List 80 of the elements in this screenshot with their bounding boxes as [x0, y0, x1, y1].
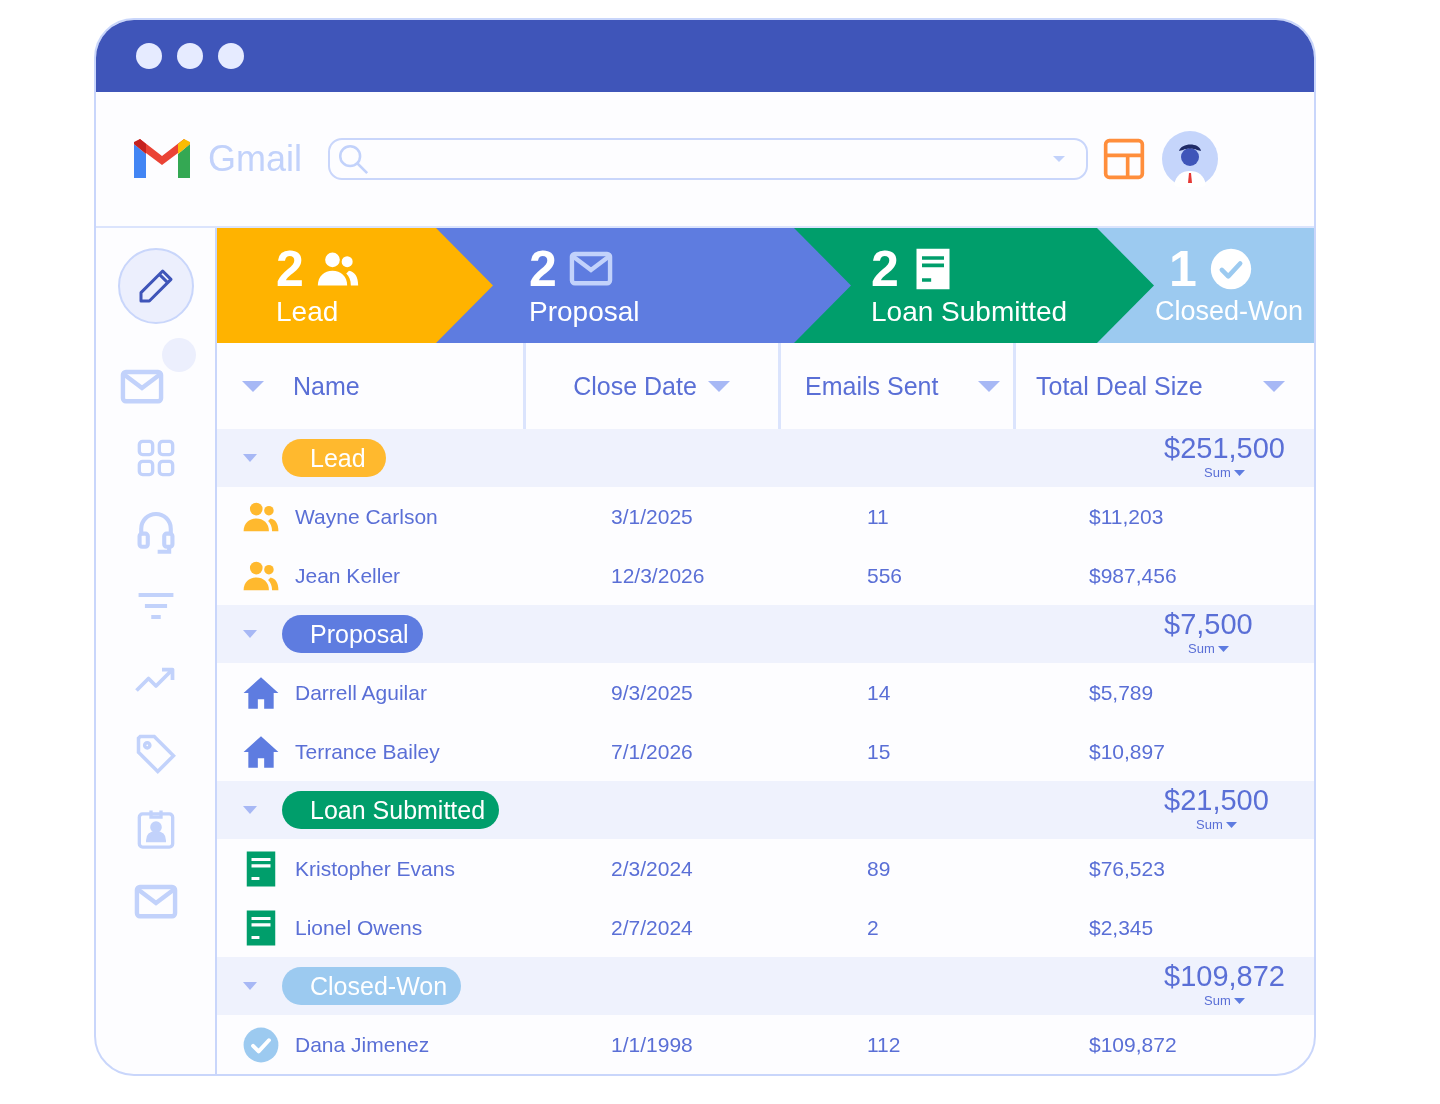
group-sum: $21,500	[1164, 783, 1269, 817]
stage-label: Closed-Won	[1155, 295, 1305, 328]
total-cell-text: $76,523	[1089, 856, 1166, 881]
stage-label: Proposal	[529, 294, 641, 329]
emails-cell-text: 112	[867, 1032, 902, 1057]
sum-label[interactable]: Sum	[1188, 641, 1215, 656]
caret-icon[interactable]	[1233, 468, 1245, 477]
sum-label[interactable]: Sum	[1204, 465, 1231, 480]
stage-count: 2	[871, 243, 899, 294]
group-sum: $109,872	[1164, 959, 1285, 993]
name-cell-text: Dana Jimenez	[295, 1032, 431, 1057]
emails-cell-text: 556	[867, 563, 904, 588]
caret-icon[interactable]	[1052, 154, 1066, 164]
app-name: Gmail	[208, 138, 302, 180]
caret-icon[interactable]	[1262, 379, 1286, 393]
group-tag: Lead	[282, 439, 386, 477]
total-cell-text: $10,897	[1089, 739, 1166, 764]
date-cell-text: 12/3/2026	[611, 563, 706, 588]
grid-icon	[135, 438, 176, 478]
emails-cell-text: 14	[867, 680, 892, 705]
caret-icon[interactable]	[242, 453, 258, 463]
emails-cell-text: 11	[867, 504, 890, 529]
group-sum: $251,500	[1164, 431, 1285, 465]
tag-icon	[134, 733, 177, 775]
layout-icon[interactable]	[1102, 137, 1146, 181]
avatar[interactable]	[1162, 131, 1218, 187]
window-dot[interactable]	[136, 43, 162, 69]
total-cell-text: $2,345	[1089, 915, 1155, 940]
date-cell-text: 2/7/2024	[611, 915, 694, 940]
sum-label[interactable]: Sum	[1196, 817, 1223, 832]
caret-icon[interactable]	[242, 629, 258, 639]
stage-count: 1	[1169, 244, 1197, 295]
date-cell-text: 9/3/2025	[611, 680, 694, 705]
name-cell-text: Terrance Bailey	[295, 739, 441, 764]
caret-icon[interactable]	[241, 379, 265, 393]
emails-cell-text: 2	[867, 915, 880, 940]
emails-cell-text: 15	[867, 739, 892, 764]
group-tag: Closed-Won	[282, 967, 462, 1005]
window-dot[interactable]	[218, 43, 244, 69]
date-cell-text: 1/1/1998	[611, 1032, 694, 1057]
mail-icon	[119, 368, 164, 404]
caret-icon[interactable]	[1225, 820, 1237, 829]
total-cell-text: $11,203	[1089, 504, 1165, 529]
caret-icon[interactable]	[242, 981, 258, 991]
name-cell-text: Wayne Carlson	[295, 504, 439, 529]
stage-count: 2	[529, 243, 557, 294]
emails-cell-text: 89	[867, 856, 892, 881]
stage-label: Loan Submitted	[871, 294, 1069, 329]
search-icon	[336, 142, 370, 176]
check-circle-icon	[242, 1025, 280, 1064]
filter-icon	[136, 591, 175, 621]
stage-count: 2	[276, 243, 304, 294]
stage-label: Lead	[276, 294, 340, 329]
group-tag: Proposal	[282, 615, 423, 653]
group-sum: $7,500	[1164, 607, 1253, 641]
headset-icon	[135, 509, 176, 555]
total-cell-text: $109,872	[1089, 1032, 1178, 1057]
search-field[interactable]	[328, 138, 1088, 180]
column-header[interactable]: Total Deal Size	[1016, 343, 1314, 429]
group-tag: Loan Submitted	[282, 791, 500, 829]
sum-label[interactable]: Sum	[1204, 993, 1231, 1008]
name-cell-text: Kristopher Evans	[295, 856, 456, 881]
notification-dot	[161, 338, 196, 372]
name-cell-text: Darrell Aguilar	[295, 680, 428, 705]
total-cell-text: $987,456	[1089, 563, 1178, 588]
caret-icon[interactable]	[1233, 996, 1245, 1005]
name-cell-text: Jean Keller	[295, 563, 402, 588]
window-dot[interactable]	[177, 43, 203, 69]
check-circle-icon	[1208, 247, 1253, 292]
mail-icon	[133, 884, 178, 920]
caret-icon[interactable]	[1217, 644, 1229, 653]
date-cell-text: 3/1/2025	[611, 504, 694, 529]
date-cell-text: 2/3/2024	[611, 856, 694, 881]
caret-icon[interactable]	[242, 805, 258, 815]
total-cell-text: $5,789	[1089, 680, 1155, 705]
date-cell-text: 7/1/2026	[611, 739, 694, 764]
name-cell-text: Lionel Owens	[295, 915, 424, 940]
caret-icon[interactable]	[977, 379, 1001, 393]
caret-icon[interactable]	[706, 379, 731, 393]
mail-icon	[568, 251, 613, 287]
